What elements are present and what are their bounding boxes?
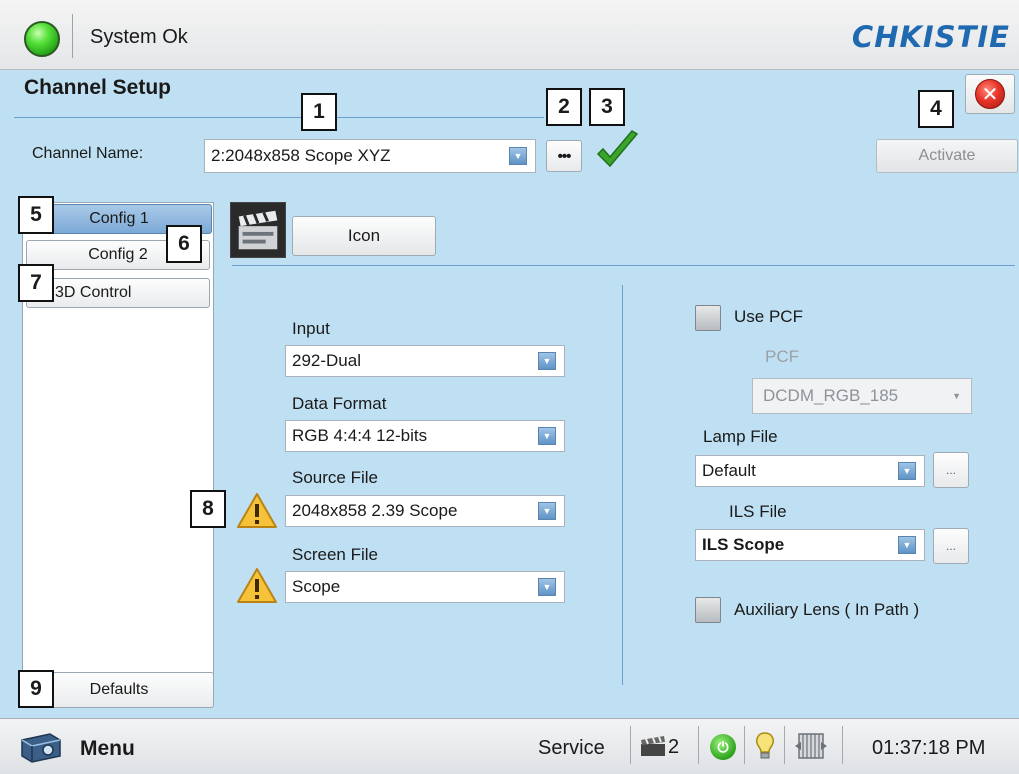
activate-button[interactable]: Activate: [876, 139, 1018, 173]
status-text: System Ok: [90, 26, 188, 48]
screen-file-label: Screen File: [292, 545, 378, 564]
ils-file-more-button[interactable]: ...: [933, 528, 969, 564]
warning-icon: [237, 493, 277, 528]
data-format-select[interactable]: RGB 4:4:4 12-bits ▼: [285, 420, 565, 452]
bulb-icon[interactable]: [754, 731, 776, 761]
close-icon: ✕: [975, 79, 1005, 109]
divider: [842, 726, 843, 764]
divider: [72, 14, 73, 58]
dropdown-arrow-icon: ▼: [952, 391, 961, 401]
screen-file-select[interactable]: Scope ▼: [285, 571, 565, 603]
channel-name-select[interactable]: 2:2048x858 Scope XYZ ▼: [204, 139, 536, 173]
source-file-label: Source File: [292, 468, 378, 487]
dropdown-arrow-icon: ▼: [538, 427, 556, 445]
use-pcf-label: Use PCF: [734, 307, 803, 326]
icon-button[interactable]: Icon: [292, 216, 436, 256]
clock: 01:37:18 PM: [872, 737, 986, 759]
content-divider: [232, 265, 1015, 266]
input-label: Input: [292, 319, 330, 338]
clapper-icon[interactable]: [230, 202, 286, 258]
pcf-value: DCDM_RGB_185: [763, 386, 899, 405]
callout-3: 3: [589, 88, 625, 126]
lamp-file-label: Lamp File: [703, 427, 778, 446]
data-format-label: Data Format: [292, 394, 387, 413]
callout-2: 2: [546, 88, 582, 126]
source-file-select[interactable]: 2048x858 2.39 Scope ▼: [285, 495, 565, 527]
dropdown-arrow-icon: ▼: [898, 462, 916, 480]
warning-icon: [237, 568, 277, 603]
status-led-icon: [24, 21, 60, 57]
power-icon[interactable]: ⏻: [710, 734, 736, 760]
lamp-file-more-button[interactable]: ...: [933, 452, 969, 488]
callout-8: 8: [190, 490, 226, 528]
divider: [744, 726, 745, 764]
divider: [784, 726, 785, 764]
ils-file-value: ILS Scope: [702, 535, 785, 554]
auxiliary-lens-label: Auxiliary Lens ( In Path ): [734, 600, 920, 619]
dropdown-arrow-icon: ▼: [538, 502, 556, 520]
callout-4: 4: [918, 90, 954, 128]
channel-name-label: Channel Name:: [32, 145, 144, 162]
source-file-value: 2048x858 2.39 Scope: [292, 501, 458, 520]
projector-icon[interactable]: [20, 728, 62, 764]
close-button[interactable]: ✕: [965, 74, 1015, 114]
input-select[interactable]: 292-Dual ▼: [285, 345, 565, 377]
input-value: 292-Dual: [292, 351, 361, 370]
ils-file-label: ILS File: [729, 502, 787, 521]
callout-5: 5: [18, 196, 54, 234]
data-format-value: RGB 4:4:4 12-bits: [292, 426, 428, 445]
auxiliary-lens-checkbox[interactable]: [695, 597, 721, 623]
dropdown-arrow-icon: ▼: [509, 147, 527, 165]
shutter-icon[interactable]: [793, 730, 829, 762]
page-title: Channel Setup: [24, 76, 172, 99]
dropdown-arrow-icon: ▼: [898, 536, 916, 554]
divider: [630, 726, 631, 764]
service-label[interactable]: Service: [538, 737, 605, 760]
dropdown-arrow-icon: ▼: [538, 352, 556, 370]
channel-number: 2: [668, 736, 680, 758]
callout-7: 7: [18, 264, 54, 302]
callout-6: 6: [166, 225, 202, 263]
column-divider: [622, 285, 623, 685]
channel-name-value: 2:2048x858 Scope XYZ: [211, 146, 391, 165]
divider: [698, 726, 699, 764]
pcf-select[interactable]: DCDM_RGB_185 ▼: [752, 378, 972, 414]
channel-icon: [641, 736, 665, 756]
channel-more-button[interactable]: •••: [546, 140, 582, 172]
title-divider: [14, 117, 544, 118]
ils-file-select[interactable]: ILS Scope ▼: [695, 529, 925, 561]
check-icon[interactable]: [592, 126, 642, 176]
use-pcf-checkbox[interactable]: [695, 305, 721, 331]
menu-button[interactable]: Menu: [80, 737, 135, 761]
lamp-file-value: Default: [702, 461, 756, 480]
callout-1: 1: [301, 93, 337, 131]
dropdown-arrow-icon: ▼: [538, 578, 556, 596]
bottom-bar: [0, 718, 1019, 774]
callout-9: 9: [18, 670, 54, 708]
brand-logo: CHKISTIE: [851, 20, 1010, 54]
pcf-label: PCF: [765, 347, 799, 366]
screen-file-value: Scope: [292, 577, 341, 596]
lamp-file-select[interactable]: Default ▼: [695, 455, 925, 487]
